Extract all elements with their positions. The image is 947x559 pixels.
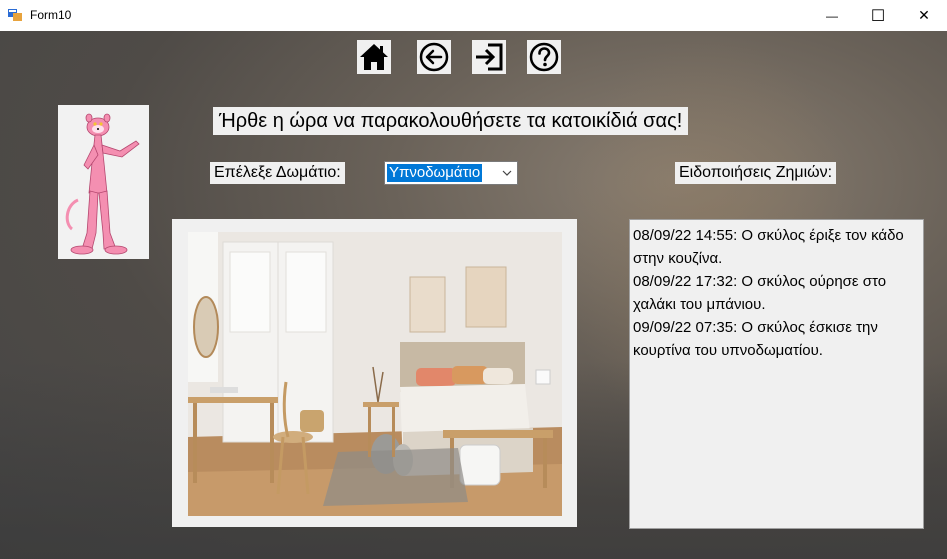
back-button[interactable] xyxy=(417,40,451,74)
page-heading: Ήρθε η ώρα να παρακολουθήσετε τα κατοικί… xyxy=(213,107,689,135)
notifications-list[interactable]: 08/09/22 14:55: Ο σκύλος έριξε τον κάδο … xyxy=(629,219,924,529)
room-label: Επέλεξε Δωμάτιο: xyxy=(210,162,345,184)
exit-button[interactable] xyxy=(472,40,506,74)
form-client-area: Ήρθε η ώρα να παρακολουθήσετε τα κατοικί… xyxy=(0,31,947,559)
chevron-down-icon xyxy=(502,170,512,176)
minimize-button[interactable]: — xyxy=(809,0,855,31)
home-icon xyxy=(360,44,388,70)
minimize-icon: — xyxy=(826,8,838,23)
maximize-button[interactable]: ☐ xyxy=(855,0,901,31)
maximize-icon: ☐ xyxy=(870,7,886,25)
notification-item: 08/09/22 17:32: Ο σκύλος ούρησε στο χαλά… xyxy=(633,273,887,313)
help-icon xyxy=(529,42,559,72)
close-button[interactable]: ✕ xyxy=(901,0,947,31)
room-select[interactable]: Υπνοδωμάτιο xyxy=(384,161,518,185)
notification-item: 09/09/22 07:35: Ο σκύλος έσκισε την κουρ… xyxy=(633,319,878,359)
notifications-label: Ειδοποιήσεις Ζημιών: xyxy=(675,162,837,184)
pink-panther-image xyxy=(58,105,149,259)
room-select-value: Υπνοδωμάτιο xyxy=(387,164,483,182)
window-title: Form10 xyxy=(30,8,72,22)
help-button[interactable] xyxy=(527,40,561,74)
close-icon: ✕ xyxy=(918,7,930,23)
room-camera-frame xyxy=(172,219,577,527)
title-bar: Form10 — ☐ ✕ xyxy=(0,0,947,32)
exit-icon xyxy=(476,43,503,71)
room-camera-image xyxy=(188,232,562,516)
app-icon xyxy=(8,9,22,21)
home-button[interactable] xyxy=(357,40,391,74)
back-arrow-icon xyxy=(419,42,449,72)
notification-item: 08/09/22 14:55: Ο σκύλος έριξε τον κάδο … xyxy=(633,227,904,267)
